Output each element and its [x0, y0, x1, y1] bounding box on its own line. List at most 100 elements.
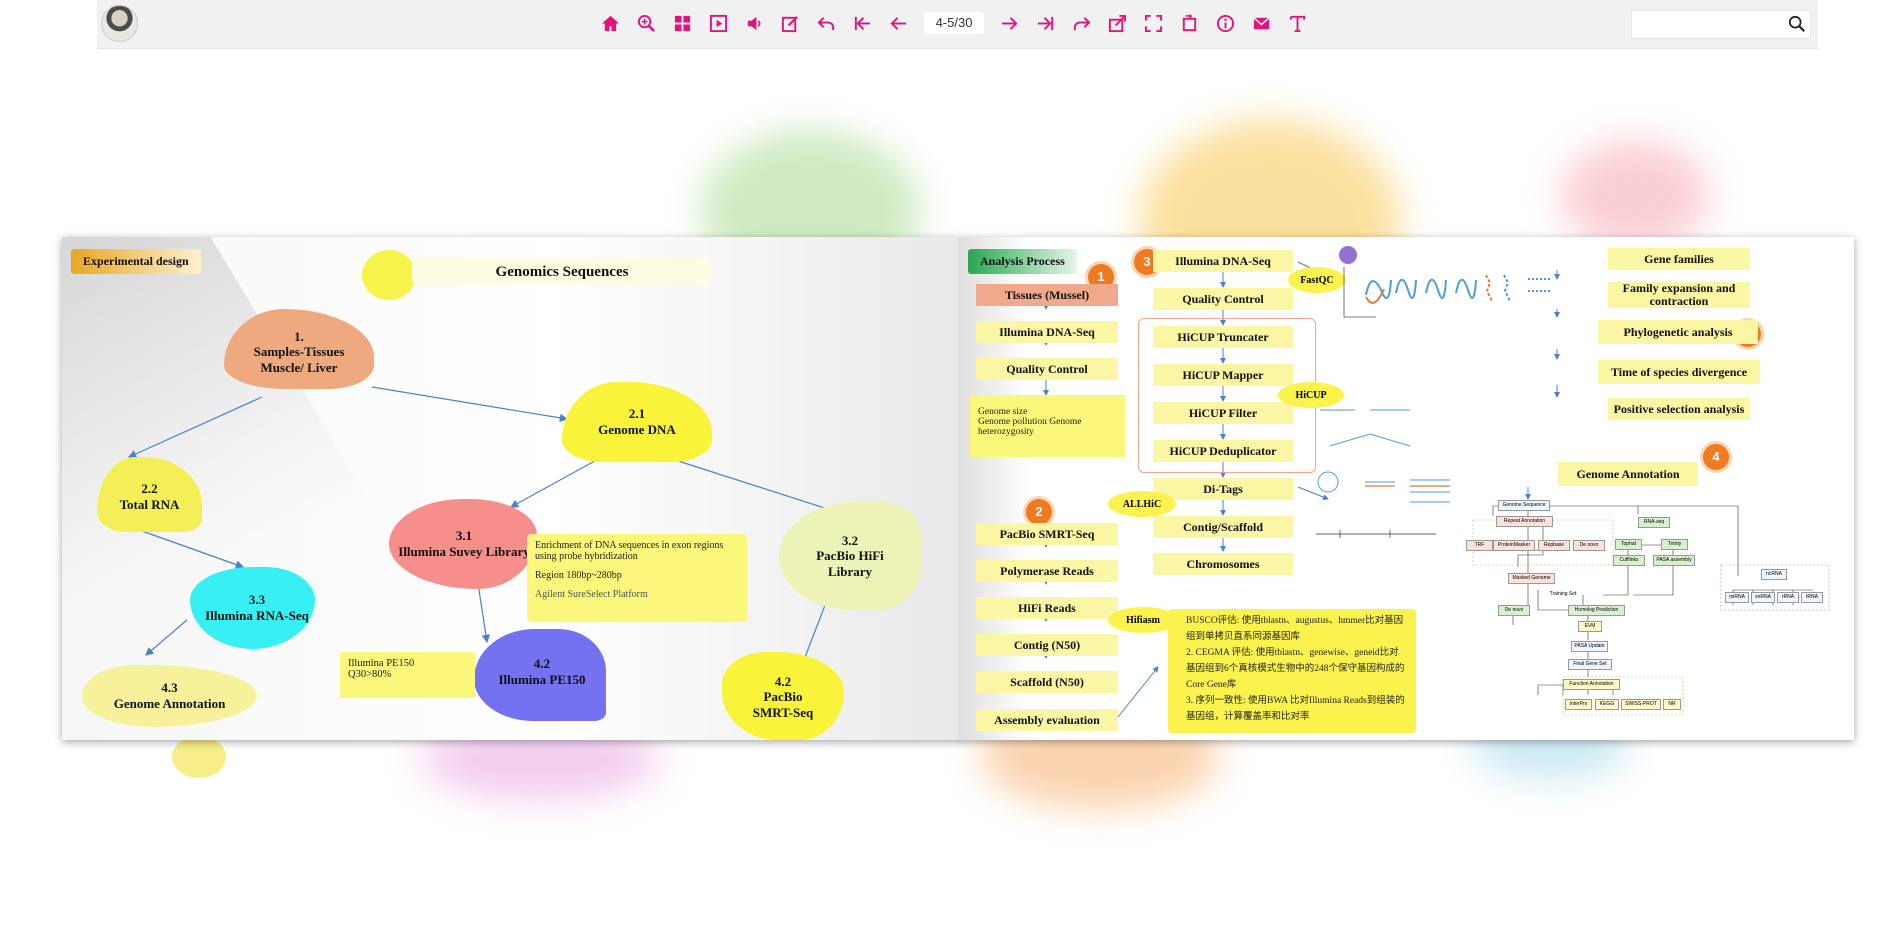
mini-node: Function Annotation	[1563, 679, 1620, 690]
zoom-in-icon[interactable]	[635, 12, 657, 36]
note-line: Genome size	[978, 407, 1028, 417]
mini-node: ncRNA	[1761, 569, 1787, 580]
hic-library-illustration	[1339, 246, 1550, 318]
fullscreen-icon[interactable]	[1142, 12, 1164, 36]
flow-box: Illumina DNA-Seq	[976, 321, 1118, 343]
node-pacbio-hifi-library: 3.2 PacBio HiFi Library	[816, 532, 884, 579]
note-assembly-evaluation: BUSCO评估: 使用tblastn、augustus、hmmer比对基因组到单…	[1168, 609, 1416, 733]
note-pe150-line2: Q30>80%	[348, 669, 392, 680]
flow-box: Tissues (Mussel)	[976, 284, 1118, 306]
step-badge-2: 2	[1026, 499, 1052, 525]
mini-node: miRNA	[1725, 592, 1749, 603]
flow-box: Phylogenetic analysis	[1598, 320, 1758, 344]
search-box	[1631, 10, 1811, 39]
flow-box: Chromosomes	[1153, 553, 1293, 575]
flow-box: HiFi Reads	[976, 597, 1118, 619]
node-genome-annotation: 4.3 Genome Annotation	[113, 680, 226, 711]
mini-node: Tophat	[1615, 539, 1642, 550]
note-enrichment: Enrichment of DNA sequences in exon regi…	[527, 534, 747, 622]
flow-box: PacBio SMRT-Seq	[976, 523, 1118, 545]
prev-page-icon[interactable]	[887, 12, 909, 36]
note-enrichment-text: Enrichment of DNA sequences in exon regi…	[535, 540, 724, 562]
autoplay-icon[interactable]	[707, 12, 729, 36]
flow-box: Contig/Scaffold	[1153, 516, 1293, 538]
page-left[interactable]: Experimental design Genomics Sequences 1…	[62, 237, 958, 740]
search-icon[interactable]	[1788, 15, 1806, 33]
mini-node: rRNA	[1777, 592, 1799, 603]
mini-node: Masked Genome	[1508, 573, 1555, 584]
mini-node: RNA-seq	[1638, 517, 1670, 528]
mini-node: SWISS-PROT	[1621, 699, 1661, 710]
eval-note: 2. CEGMA 评估: 使用tblastn、genewise、geneid比对…	[1186, 648, 1405, 690]
flow-box: Positive selection analysis	[1608, 398, 1750, 420]
note-genome-survey: Genome size Genome pollution Genome hete…	[970, 395, 1125, 457]
annotate-icon[interactable]	[779, 12, 801, 36]
mini-node: De novo	[1498, 605, 1530, 616]
mini-node: Final Gene Set	[1568, 659, 1612, 670]
node-illumina-pe150: 4.2 Illumina PE150	[498, 656, 586, 687]
first-page-icon[interactable]	[851, 12, 873, 36]
flow-box: Quality Control	[1153, 288, 1293, 310]
home-icon[interactable]	[599, 12, 621, 36]
sound-icon[interactable]	[743, 12, 765, 36]
flow-box: Polymerase Reads	[976, 560, 1118, 582]
note-pe150-line1: Illumina PE150	[348, 658, 415, 669]
rotate-icon[interactable]	[1178, 12, 1200, 36]
next-page-icon[interactable]	[998, 12, 1020, 36]
flow-box: Illumina DNA-Seq	[1153, 250, 1293, 272]
flow-box: Genome Annotation	[1558, 462, 1698, 486]
eval-note: 3. 序列一致性: 使用BWA 比对Illumina Reads到组装的基因组，…	[1186, 696, 1405, 722]
back-icon[interactable]	[815, 12, 837, 36]
mini-node: InterPro	[1565, 699, 1592, 710]
step-badge-4: 4	[1703, 444, 1729, 470]
info-icon[interactable]	[1214, 12, 1236, 36]
email-icon[interactable]	[1250, 12, 1272, 36]
mini-node: Homolog Prediction	[1568, 605, 1625, 616]
flow-box: Di-Tags	[1153, 478, 1293, 500]
node-genome-dna: 2.1 Genome DNA	[598, 406, 676, 437]
flow-box: HiCUP Mapper	[1153, 364, 1293, 386]
mini-node: De novo	[1573, 540, 1605, 551]
flow-box: Gene families	[1608, 248, 1750, 270]
search-input[interactable]	[1638, 11, 1782, 38]
note-region: Region 180bp~280bp	[535, 570, 622, 581]
eval-note: BUSCO评估: 使用tblastn、augustus、hmmer比对基因组到单…	[1186, 616, 1404, 642]
mini-node: KEGG	[1595, 699, 1619, 710]
mini-node: TRF	[1466, 540, 1493, 551]
flow-box: Scaffold (N50)	[976, 671, 1118, 693]
avatar[interactable]	[101, 5, 138, 42]
last-page-icon[interactable]	[1034, 12, 1056, 36]
flow-box: Time of species divergence	[1598, 360, 1760, 384]
node-illumina-rna-seq: 3.3 Illumina RNA-Seq	[205, 591, 309, 623]
page-right[interactable]: Analysis Process 1 2 3 4 Tissues (Mussel…	[958, 237, 1854, 740]
flipbook[interactable]: Experimental design Genomics Sequences 1…	[62, 237, 1854, 740]
flow-box: Assembly evaluation	[976, 709, 1118, 731]
mini-node: Trinity	[1661, 539, 1688, 550]
flow-box: HiCUP Deduplicator	[1153, 440, 1293, 462]
node-illumina-survey-library: 3.1 Illumina Suvey Library	[398, 528, 530, 559]
decor-blob	[1560, 140, 1710, 250]
note-platform: Agilent SureSelect Platform	[535, 589, 648, 600]
node-pacbio-smrt-seq: 4.2 PacBio SMRT-Seq	[752, 673, 814, 720]
flow-box: Quality Control	[976, 358, 1118, 380]
text-icon[interactable]	[1286, 12, 1308, 36]
note-pe150: Illumina PE150 Q30>80%	[340, 652, 475, 698]
share-icon[interactable]	[1106, 12, 1128, 36]
forward-icon[interactable]	[1070, 12, 1092, 36]
mini-node: Repbase	[1538, 540, 1570, 551]
node-samples-tissues: 1. Samples-Tissues Muscle/ Liver	[253, 328, 345, 375]
flow-box: HiCUP Filter	[1153, 402, 1293, 424]
mini-node: PASA Update	[1571, 641, 1608, 652]
flow-box: Contig (N50)	[976, 634, 1118, 656]
note-line: heterozygosity	[978, 427, 1034, 437]
note-line: Genome pollution Genome	[978, 417, 1082, 427]
thumbnails-icon[interactable]	[671, 12, 693, 36]
mini-node: Training Set	[1549, 591, 1577, 597]
mini-node: tRNA	[1801, 592, 1823, 603]
flow-box: Family expansion and contraction	[1608, 281, 1750, 308]
mini-node: NR	[1663, 699, 1681, 710]
mini-node: PASA assembly	[1653, 555, 1695, 566]
node-total-rna: 2.2 Total RNA	[119, 480, 180, 512]
mini-node: snRNA	[1751, 592, 1775, 603]
page-indicator[interactable]: 4-5/30	[924, 12, 984, 34]
